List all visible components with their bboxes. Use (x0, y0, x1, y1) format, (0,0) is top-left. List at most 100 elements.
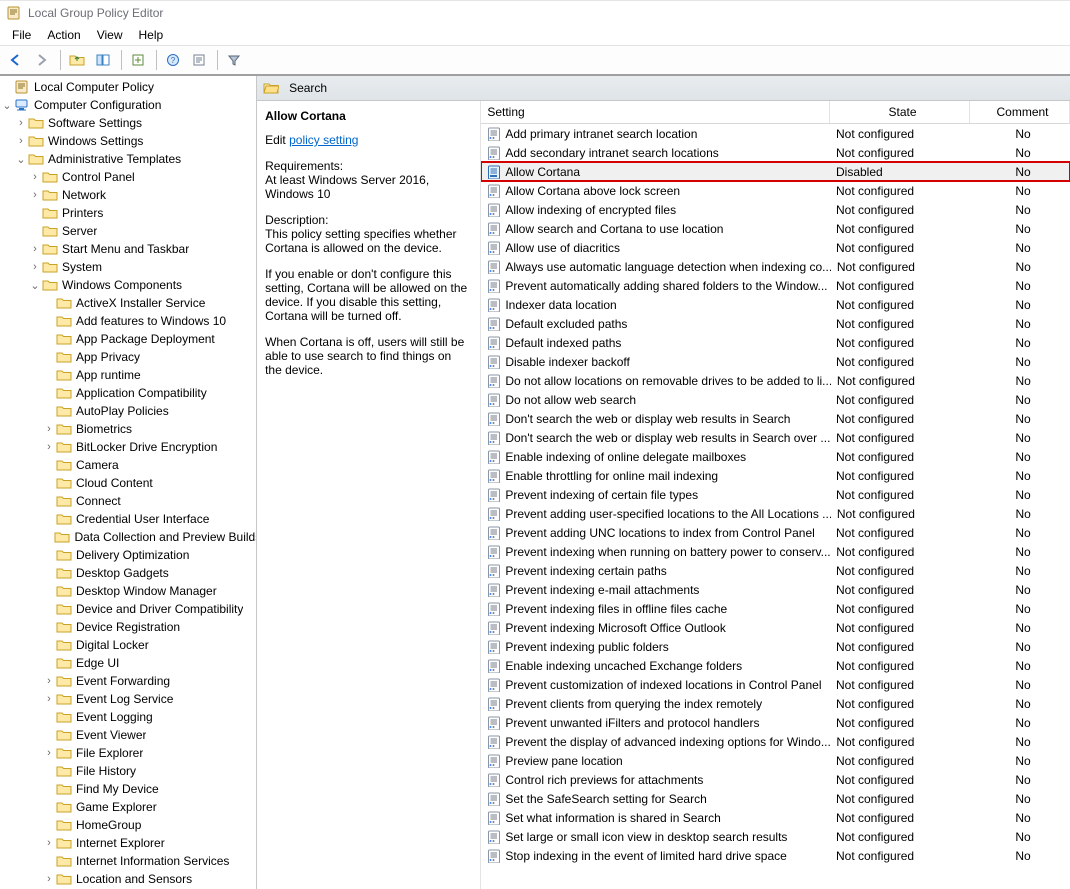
tree-item[interactable]: Connect (0, 492, 256, 510)
chevron-right-icon[interactable]: › (42, 675, 56, 687)
tree-item[interactable]: ›Event Forwarding (0, 672, 256, 690)
tree-item[interactable]: ›Event Log Service (0, 690, 256, 708)
setting-row[interactable]: Don't search the web or display web resu… (481, 428, 1070, 447)
column-setting[interactable]: Setting (481, 101, 830, 123)
setting-row[interactable]: Prevent automatically adding shared fold… (481, 276, 1070, 295)
chevron-right-icon[interactable]: › (14, 117, 28, 129)
tree-computer-configuration[interactable]: ⌄Computer Configuration (0, 96, 256, 114)
setting-row[interactable]: Add primary intranet search locationNot … (481, 124, 1070, 143)
tree-item[interactable]: Edge UI (0, 654, 256, 672)
tree-item[interactable]: Camera (0, 456, 256, 474)
tree-item[interactable]: Find My Device (0, 780, 256, 798)
tree-item[interactable]: App runtime (0, 366, 256, 384)
setting-row[interactable]: Prevent indexing Microsoft Office Outloo… (481, 618, 1070, 637)
tree-item[interactable]: Add features to Windows 10 (0, 312, 256, 330)
chevron-down-icon[interactable]: ⌄ (14, 153, 28, 166)
chevron-right-icon[interactable]: › (42, 873, 56, 885)
tree-item[interactable]: Device and Driver Compatibility (0, 600, 256, 618)
menu-view[interactable]: View (89, 26, 131, 44)
tree-item[interactable]: Event Logging (0, 708, 256, 726)
setting-row[interactable]: Allow indexing of encrypted filesNot con… (481, 200, 1070, 219)
export-button[interactable] (126, 48, 150, 72)
tree-item[interactable]: ›Internet Explorer (0, 834, 256, 852)
tree-item[interactable]: Application Compatibility (0, 384, 256, 402)
tree-root[interactable]: Local Computer Policy (0, 78, 256, 96)
tree-item[interactable]: Game Explorer (0, 798, 256, 816)
tree-item[interactable]: ›Biometrics (0, 420, 256, 438)
setting-row[interactable]: Control rich previews for attachmentsNot… (481, 770, 1070, 789)
tree-administrative-templates[interactable]: ⌄Administrative Templates (0, 150, 256, 168)
chevron-right-icon[interactable]: › (28, 171, 42, 183)
tree-item[interactable]: AutoPlay Policies (0, 402, 256, 420)
tree-item[interactable]: ›Location and Sensors (0, 870, 256, 888)
tree-pane[interactable]: Local Computer Policy⌄Computer Configura… (0, 76, 257, 889)
setting-row[interactable]: Allow Cortana above lock screenNot confi… (481, 181, 1070, 200)
setting-row[interactable]: Prevent indexing e-mail attachmentsNot c… (481, 580, 1070, 599)
setting-row[interactable]: Do not allow web searchNot configuredNo (481, 390, 1070, 409)
menu-help[interactable]: Help (131, 26, 172, 44)
tree-item[interactable]: Internet Information Services (0, 852, 256, 870)
setting-row[interactable]: Stop indexing in the event of limited ha… (481, 846, 1070, 865)
setting-row[interactable]: Set what information is shared in Search… (481, 808, 1070, 827)
setting-row[interactable]: Prevent customization of indexed locatio… (481, 675, 1070, 694)
tree-item[interactable]: App Privacy (0, 348, 256, 366)
setting-row[interactable]: Allow use of diacriticsNot configuredNo (481, 238, 1070, 257)
chevron-right-icon[interactable]: › (42, 441, 56, 453)
menu-file[interactable]: File (4, 26, 39, 44)
setting-row[interactable]: Prevent unwanted iFilters and protocol h… (481, 713, 1070, 732)
chevron-right-icon[interactable]: › (28, 243, 42, 255)
setting-row[interactable]: Default excluded pathsNot configuredNo (481, 314, 1070, 333)
tree-server[interactable]: Server (0, 222, 256, 240)
tree-item[interactable]: ActiveX Installer Service (0, 294, 256, 312)
column-comment[interactable]: Comment (970, 101, 1070, 123)
tree-software-settings[interactable]: ›Software Settings (0, 114, 256, 132)
chevron-right-icon[interactable]: › (28, 189, 42, 201)
setting-row[interactable]: Set the SafeSearch setting for SearchNot… (481, 789, 1070, 808)
chevron-down-icon[interactable]: ⌄ (28, 279, 42, 292)
tree-item[interactable]: Data Collection and Preview Builds (0, 528, 256, 546)
tree-item[interactable]: ›File Explorer (0, 744, 256, 762)
tree-item[interactable]: Cloud Content (0, 474, 256, 492)
tree-item[interactable]: App Package Deployment (0, 330, 256, 348)
setting-row[interactable]: Disable indexer backoffNot configuredNo (481, 352, 1070, 371)
chevron-right-icon[interactable]: › (42, 423, 56, 435)
forward-button[interactable] (30, 48, 54, 72)
tree-item[interactable]: Event Viewer (0, 726, 256, 744)
setting-row[interactable]: Prevent indexing public foldersNot confi… (481, 637, 1070, 656)
properties-button[interactable] (187, 48, 211, 72)
chevron-right-icon[interactable]: › (42, 747, 56, 759)
column-state[interactable]: State (830, 101, 970, 123)
tree-start-menu[interactable]: ›Start Menu and Taskbar (0, 240, 256, 258)
setting-row[interactable]: Default indexed pathsNot configuredNo (481, 333, 1070, 352)
edit-policy-link[interactable]: policy setting (289, 133, 358, 147)
chevron-down-icon[interactable]: ⌄ (0, 99, 14, 112)
setting-row[interactable]: Prevent adding user-specified locations … (481, 504, 1070, 523)
chevron-right-icon[interactable]: › (14, 135, 28, 147)
chevron-right-icon[interactable]: › (42, 693, 56, 705)
tree-item[interactable]: Device Registration (0, 618, 256, 636)
setting-row[interactable]: Prevent indexing when running on battery… (481, 542, 1070, 561)
setting-row[interactable]: Don't search the web or display web resu… (481, 409, 1070, 428)
setting-row[interactable]: Prevent the display of advanced indexing… (481, 732, 1070, 751)
setting-row[interactable]: Prevent clients from querying the index … (481, 694, 1070, 713)
tree-control-panel[interactable]: ›Control Panel (0, 168, 256, 186)
filter-button[interactable] (222, 48, 246, 72)
tree-item[interactable]: Digital Locker (0, 636, 256, 654)
tree-item[interactable]: HomeGroup (0, 816, 256, 834)
tree-item[interactable]: Credential User Interface (0, 510, 256, 528)
tree-system[interactable]: ›System (0, 258, 256, 276)
up-button[interactable] (65, 48, 89, 72)
tree-windows-components[interactable]: ⌄Windows Components (0, 276, 256, 294)
setting-row[interactable]: Do not allow locations on removable driv… (481, 371, 1070, 390)
setting-row[interactable]: Allow CortanaDisabledNo (481, 162, 1070, 181)
chevron-right-icon[interactable]: › (28, 261, 42, 273)
setting-row[interactable]: Add secondary intranet search locationsN… (481, 143, 1070, 162)
menu-action[interactable]: Action (39, 26, 88, 44)
setting-row[interactable]: Prevent indexing files in offline files … (481, 599, 1070, 618)
chevron-right-icon[interactable]: › (42, 837, 56, 849)
tree-item[interactable]: File History (0, 762, 256, 780)
show-hide-tree-button[interactable] (91, 48, 115, 72)
tree-printers[interactable]: Printers (0, 204, 256, 222)
setting-row[interactable]: Always use automatic language detection … (481, 257, 1070, 276)
setting-row[interactable]: Prevent indexing of certain file typesNo… (481, 485, 1070, 504)
